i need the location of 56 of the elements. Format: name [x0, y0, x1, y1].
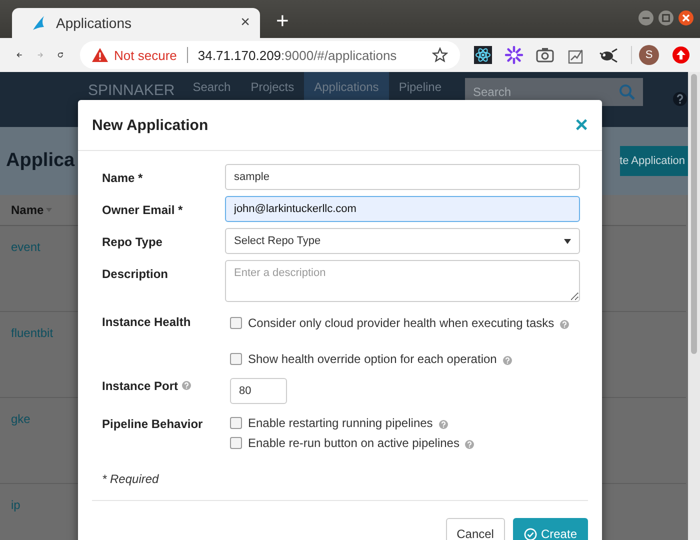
help-icon[interactable]	[673, 92, 687, 106]
field-label: Instance Health	[102, 315, 191, 329]
required-note: * Required	[102, 472, 159, 486]
checkbox[interactable]	[230, 317, 242, 329]
camera-icon[interactable]	[536, 47, 554, 63]
atom-icon[interactable]	[474, 46, 492, 64]
warning-icon	[92, 48, 108, 62]
cancel-button[interactable]: Cancel	[446, 518, 505, 540]
tab-title: Applications	[56, 15, 132, 31]
checkbox[interactable]	[230, 353, 242, 365]
field-label: Name *	[102, 171, 143, 185]
search-icon	[619, 84, 635, 100]
page-heading: Applica	[6, 150, 75, 172]
close-icon[interactable]	[678, 10, 694, 26]
help-icon[interactable]	[465, 440, 474, 448]
port-field[interactable]: 80	[230, 378, 287, 404]
minimize-icon[interactable]	[638, 10, 654, 26]
caret-icon	[564, 238, 571, 244]
dialog-title: New Application	[92, 116, 208, 134]
tab-close-button[interactable]: ×	[240, 14, 250, 32]
text-field[interactable]: john@larkintuckerllc.com	[225, 196, 580, 222]
upload-icon[interactable]	[672, 46, 690, 64]
checkbox-label[interactable]: Enable re-run button on active pipelines	[248, 436, 460, 450]
close-button[interactable]: ×	[575, 112, 588, 138]
checkbox-label[interactable]: Show health override option for each operation	[248, 352, 497, 366]
help-icon[interactable]	[182, 381, 192, 390]
repo-type-dropdown[interactable]: Select Repo Type	[225, 228, 580, 254]
field-label: Owner Email *	[102, 203, 183, 217]
security-label: Not secure	[114, 48, 177, 62]
help-icon[interactable]	[560, 320, 570, 328]
address-bar[interactable]: Not secure 34.71.170.209:9000/#/applications	[80, 41, 460, 69]
help-icon[interactable]	[438, 420, 448, 428]
column-header[interactable]: Name	[11, 203, 44, 217]
sail-icon	[32, 15, 46, 31]
checkbox-label[interactable]: Consider only cloud provider health when executing tasks	[248, 316, 554, 330]
create-application-button[interactable]: te Application	[620, 146, 688, 176]
field-label: Instance Port	[102, 379, 178, 393]
checkbox-label[interactable]: Enable restarting running pipelines	[248, 416, 433, 430]
profile-avatar[interactable]: S	[639, 45, 660, 65]
field-label: Pipeline Behavior	[102, 417, 203, 431]
asterisk-icon[interactable]	[505, 46, 524, 64]
browser-tab[interactable]: Applications ×	[12, 8, 260, 38]
field-label: Description	[102, 267, 168, 281]
text-field[interactable]: sample	[225, 164, 580, 190]
checkbox[interactable]	[230, 417, 242, 429]
help-icon[interactable]	[502, 356, 512, 364]
bug-icon[interactable]	[598, 47, 618, 63]
url-text: 34.71.170.209:9000/#/applications	[198, 48, 398, 62]
create-button[interactable]: Create	[512, 518, 588, 540]
brand-name: SPINNAKER	[88, 82, 175, 99]
description-field[interactable]: Enter a description	[225, 260, 580, 302]
star-icon[interactable]	[432, 47, 448, 63]
checkbox[interactable]	[230, 437, 242, 449]
scrollbar[interactable]	[688, 72, 700, 540]
new-tab-button[interactable]: +	[276, 8, 289, 34]
field-label: Repo Type	[102, 235, 162, 249]
